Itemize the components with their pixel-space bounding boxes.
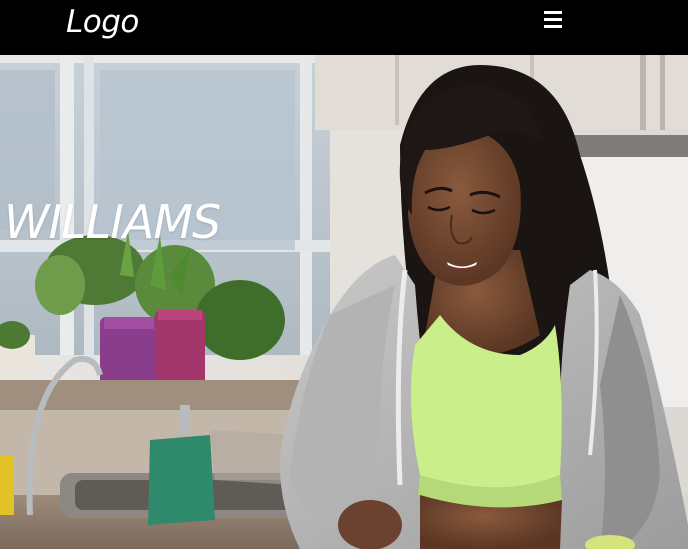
hero-background-image xyxy=(0,55,688,549)
hero-title: WILLIAMS xyxy=(4,195,221,249)
logo[interactable]: Logo xyxy=(66,2,139,42)
hamburger-menu-icon[interactable] xyxy=(542,8,564,30)
hero-banner: WILLIAMS xyxy=(0,55,688,549)
site-header: Logo xyxy=(0,0,688,55)
